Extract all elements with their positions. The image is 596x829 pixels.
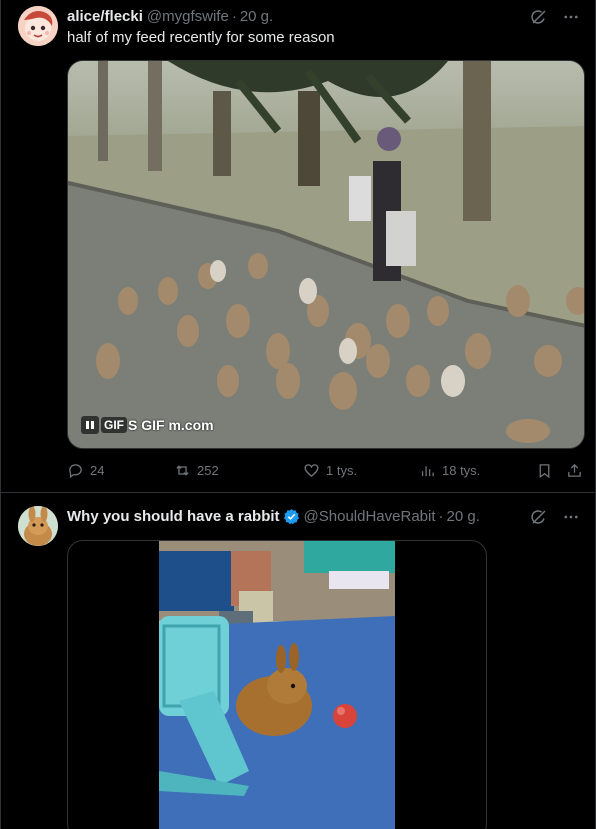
views-icon [421, 466, 434, 477]
views-button[interactable]: 18 tys. [419, 462, 480, 479]
gif-badge: GIF [101, 417, 127, 433]
tweet[interactable]: alice/flecki @mygfswife · 20 g. half of … [1, 0, 595, 493]
bookmark-icon [539, 464, 550, 479]
more-icon[interactable] [561, 7, 581, 27]
avatar[interactable] [18, 6, 58, 46]
separator: · [438, 507, 444, 525]
tweet-top-actions [529, 7, 581, 27]
timestamp[interactable]: 20 g. [447, 508, 480, 525]
pause-icon[interactable] [81, 416, 99, 434]
repost-icon [176, 465, 189, 476]
more-icon[interactable] [561, 507, 581, 527]
repost-button[interactable]: 252 [174, 462, 219, 479]
grok-icon[interactable] [529, 7, 549, 27]
user-handle[interactable]: @mygfswife [147, 8, 229, 25]
share-button[interactable] [566, 462, 583, 479]
bookmark-button[interactable] [536, 462, 553, 479]
like-count: 1 tys. [326, 463, 358, 478]
display-name[interactable]: Why you should have a rabbit [67, 508, 280, 525]
tweet-gif[interactable]: GIF S GIF m.com [67, 60, 585, 449]
reply-count: 24 [90, 463, 105, 478]
user-handle[interactable]: @ShouldHaveRabit [304, 508, 436, 525]
separator: · [231, 7, 237, 25]
repost-count: 252 [197, 463, 219, 478]
reply-button[interactable]: 24 [67, 462, 104, 479]
tweet-header: alice/flecki @mygfswife · 20 g. [67, 6, 273, 26]
verified-badge-icon [283, 508, 300, 525]
tweet-text: half of my feed recently for some reason [67, 29, 335, 46]
timestamp[interactable]: 20 g. [240, 8, 273, 25]
tweet-header: Why you should have a rabbit @ShouldHave… [67, 506, 480, 526]
view-count: 18 tys. [442, 463, 481, 478]
tweet-top-actions [529, 507, 581, 527]
timeline: alice/flecki @mygfswife · 20 g. half of … [0, 0, 596, 829]
gif-controls: GIF S GIF m.com [81, 416, 214, 434]
reply-icon [69, 464, 82, 479]
avatar[interactable] [18, 506, 58, 546]
tweet-actions: 24 252 1 tys. 18 tys. [67, 462, 585, 482]
gif-frame [68, 61, 584, 448]
like-button[interactable]: 1 tys. [303, 462, 357, 479]
display-name[interactable]: alice/flecki [67, 8, 143, 25]
share-icon [568, 463, 581, 477]
grok-icon[interactable] [529, 507, 549, 527]
tweet[interactable]: Why you should have a rabbit @ShouldHave… [1, 494, 595, 829]
tweet-video[interactable] [67, 540, 487, 829]
video-frame [159, 541, 395, 829]
gif-watermark: S GIF m.com [128, 417, 214, 433]
like-icon [304, 464, 319, 477]
